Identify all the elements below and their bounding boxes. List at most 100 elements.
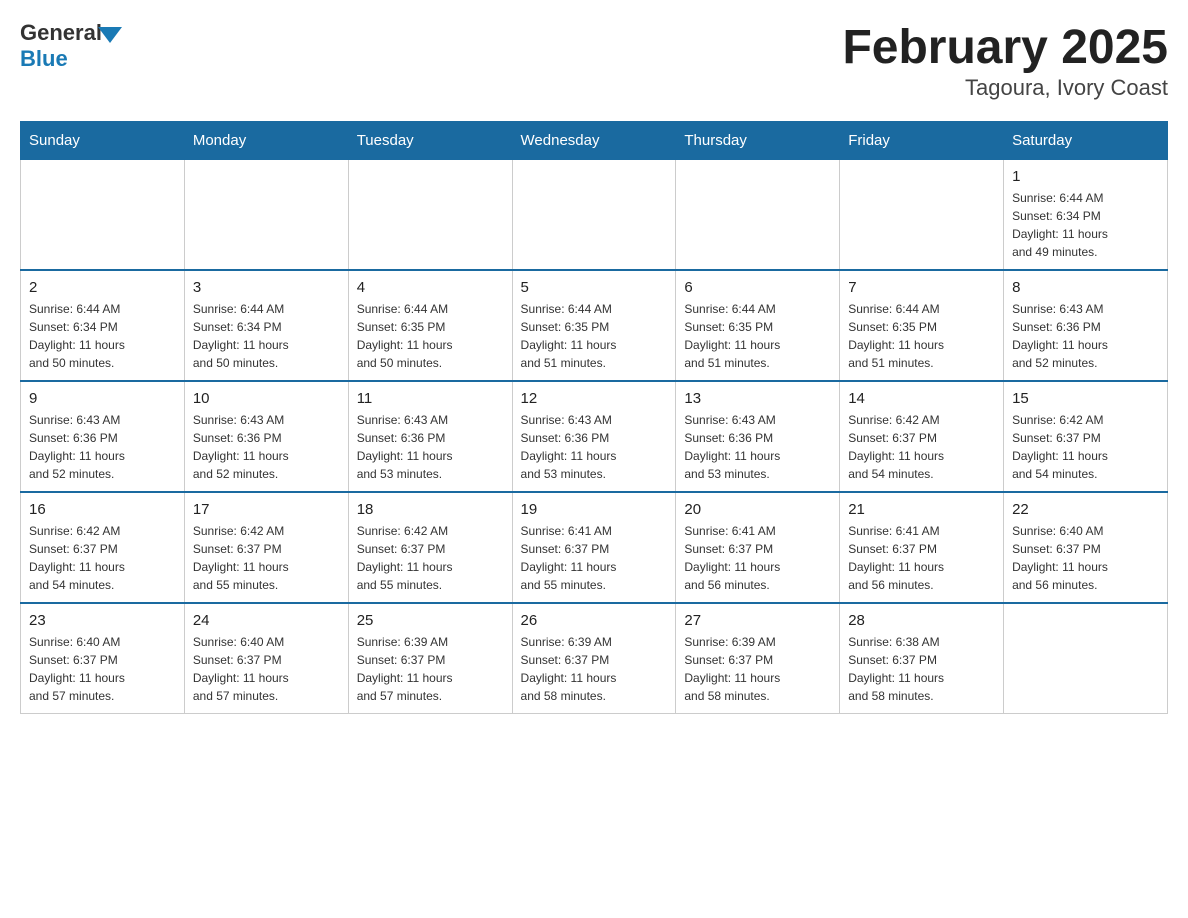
day-info: Sunrise: 6:42 AM Sunset: 6:37 PM Dayligh…: [193, 522, 340, 594]
day-number: 13: [684, 390, 831, 407]
calendar-header-wednesday: Wednesday: [512, 122, 676, 160]
day-number: 27: [684, 612, 831, 629]
calendar-cell: 10 Sunrise: 6:43 AM Sunset: 6:36 PM Dayli…: [184, 381, 348, 492]
day-info: Sunrise: 6:40 AM Sunset: 6:37 PM Dayligh…: [193, 633, 340, 705]
day-info: Sunrise: 6:44 AM Sunset: 6:35 PM Dayligh…: [684, 300, 831, 372]
calendar-cell: 26 Sunrise: 6:39 AM Sunset: 6:37 PM Dayli…: [512, 603, 676, 714]
calendar-cell: [512, 160, 676, 271]
day-info: Sunrise: 6:39 AM Sunset: 6:37 PM Dayligh…: [521, 633, 668, 705]
calendar-cell: 11 Sunrise: 6:43 AM Sunset: 6:36 PM Dayli…: [348, 381, 512, 492]
day-number: 6: [684, 279, 831, 296]
title-area: February 2025 Tagoura, Ivory Coast: [842, 20, 1168, 101]
calendar-week-row: 1Sunrise: 6:44 AM Sunset: 6:34 PM Daylig…: [21, 160, 1168, 271]
day-info: Sunrise: 6:43 AM Sunset: 6:36 PM Dayligh…: [357, 411, 504, 483]
calendar-cell: 7 Sunrise: 6:44 AM Sunset: 6:35 PM Daylig…: [840, 270, 1004, 381]
calendar-cell: [1004, 603, 1168, 714]
calendar-cell: [184, 160, 348, 271]
day-number: 8: [1012, 279, 1159, 296]
day-number: 1: [1012, 168, 1159, 185]
day-number: 21: [848, 501, 995, 518]
day-number: 17: [193, 501, 340, 518]
day-number: 14: [848, 390, 995, 407]
calendar-cell: 21Sunrise: 6:41 AM Sunset: 6:37 PM Dayli…: [840, 492, 1004, 603]
day-number: 25: [357, 612, 504, 629]
day-info: Sunrise: 6:44 AM Sunset: 6:35 PM Dayligh…: [848, 300, 995, 372]
day-number: 24: [193, 612, 340, 629]
calendar-cell: 23 Sunrise: 6:40 AM Sunset: 6:37 PM Dayli…: [21, 603, 185, 714]
page-header: General Blue February 2025 Tagoura, Ivor…: [20, 20, 1168, 101]
calendar-cell: 27 Sunrise: 6:39 AM Sunset: 6:37 PM Dayli…: [676, 603, 840, 714]
calendar-cell: 16 Sunrise: 6:42 AM Sunset: 6:37 PM Dayli…: [21, 492, 185, 603]
day-info: Sunrise: 6:42 AM Sunset: 6:37 PM Dayligh…: [357, 522, 504, 594]
day-number: 19: [521, 501, 668, 518]
calendar-cell: 1Sunrise: 6:44 AM Sunset: 6:34 PM Daylig…: [1004, 160, 1168, 271]
day-number: 3: [193, 279, 340, 296]
day-number: 2: [29, 279, 176, 296]
calendar-cell: [348, 160, 512, 271]
day-number: 12: [521, 390, 668, 407]
calendar-week-row: 2 Sunrise: 6:44 AM Sunset: 6:34 PM Daylig…: [21, 270, 1168, 381]
calendar-header-friday: Friday: [840, 122, 1004, 160]
day-number: 11: [357, 390, 504, 407]
day-number: 23: [29, 612, 176, 629]
day-info: Sunrise: 6:43 AM Sunset: 6:36 PM Dayligh…: [1012, 300, 1159, 372]
day-info: Sunrise: 6:43 AM Sunset: 6:36 PM Dayligh…: [193, 411, 340, 483]
day-info: Sunrise: 6:39 AM Sunset: 6:37 PM Dayligh…: [684, 633, 831, 705]
calendar-cell: 15 Sunrise: 6:42 AM Sunset: 6:37 PM Dayli…: [1004, 381, 1168, 492]
calendar-subtitle: Tagoura, Ivory Coast: [842, 75, 1168, 101]
day-info: Sunrise: 6:43 AM Sunset: 6:36 PM Dayligh…: [684, 411, 831, 483]
calendar-cell: 13 Sunrise: 6:43 AM Sunset: 6:36 PM Dayli…: [676, 381, 840, 492]
day-info: Sunrise: 6:40 AM Sunset: 6:37 PM Dayligh…: [1012, 522, 1159, 594]
calendar-header-tuesday: Tuesday: [348, 122, 512, 160]
calendar-cell: 3 Sunrise: 6:44 AM Sunset: 6:34 PM Daylig…: [184, 270, 348, 381]
calendar-cell: 22 Sunrise: 6:40 AM Sunset: 6:37 PM Dayli…: [1004, 492, 1168, 603]
day-info: Sunrise: 6:43 AM Sunset: 6:36 PM Dayligh…: [29, 411, 176, 483]
day-info: Sunrise: 6:40 AM Sunset: 6:37 PM Dayligh…: [29, 633, 176, 705]
day-info: Sunrise: 6:44 AM Sunset: 6:34 PM Dayligh…: [29, 300, 176, 372]
calendar-cell: 19 Sunrise: 6:41 AM Sunset: 6:37 PM Dayli…: [512, 492, 676, 603]
logo-general: General: [20, 20, 102, 46]
calendar-cell: 24 Sunrise: 6:40 AM Sunset: 6:37 PM Dayli…: [184, 603, 348, 714]
day-info: Sunrise: 6:41 AM Sunset: 6:37 PM Dayligh…: [684, 522, 831, 594]
calendar-header-monday: Monday: [184, 122, 348, 160]
logo-blue: Blue: [20, 46, 68, 72]
day-number: 16: [29, 501, 176, 518]
calendar-week-row: 23 Sunrise: 6:40 AM Sunset: 6:37 PM Dayli…: [21, 603, 1168, 714]
day-info: Sunrise: 6:44 AM Sunset: 6:35 PM Dayligh…: [357, 300, 504, 372]
day-number: 5: [521, 279, 668, 296]
logo: General Blue: [20, 20, 122, 72]
day-number: 15: [1012, 390, 1159, 407]
day-info: Sunrise: 6:44 AM Sunset: 6:34 PM Dayligh…: [193, 300, 340, 372]
day-number: 4: [357, 279, 504, 296]
calendar-cell: 5Sunrise: 6:44 AM Sunset: 6:35 PM Daylig…: [512, 270, 676, 381]
calendar-title: February 2025: [842, 20, 1168, 75]
day-number: 18: [357, 501, 504, 518]
day-info: Sunrise: 6:38 AM Sunset: 6:37 PM Dayligh…: [848, 633, 995, 705]
calendar-week-row: 16 Sunrise: 6:42 AM Sunset: 6:37 PM Dayli…: [21, 492, 1168, 603]
logo-arrow-icon: [98, 27, 122, 43]
day-number: 28: [848, 612, 995, 629]
day-number: 22: [1012, 501, 1159, 518]
calendar-cell: 28 Sunrise: 6:38 AM Sunset: 6:37 PM Dayli…: [840, 603, 1004, 714]
day-info: Sunrise: 6:43 AM Sunset: 6:36 PM Dayligh…: [521, 411, 668, 483]
day-number: 10: [193, 390, 340, 407]
day-info: Sunrise: 6:42 AM Sunset: 6:37 PM Dayligh…: [1012, 411, 1159, 483]
day-number: 20: [684, 501, 831, 518]
day-number: 9: [29, 390, 176, 407]
day-number: 26: [521, 612, 668, 629]
calendar-cell: 25 Sunrise: 6:39 AM Sunset: 6:37 PM Dayli…: [348, 603, 512, 714]
day-number: 7: [848, 279, 995, 296]
calendar-cell: 17 Sunrise: 6:42 AM Sunset: 6:37 PM Dayli…: [184, 492, 348, 603]
calendar-cell: [21, 160, 185, 271]
calendar-header-sunday: Sunday: [21, 122, 185, 160]
calendar-cell: 6 Sunrise: 6:44 AM Sunset: 6:35 PM Daylig…: [676, 270, 840, 381]
calendar-cell: 9 Sunrise: 6:43 AM Sunset: 6:36 PM Daylig…: [21, 381, 185, 492]
day-info: Sunrise: 6:41 AM Sunset: 6:37 PM Dayligh…: [521, 522, 668, 594]
day-info: Sunrise: 6:39 AM Sunset: 6:37 PM Dayligh…: [357, 633, 504, 705]
calendar-header-row: SundayMondayTuesdayWednesdayThursdayFrid…: [21, 122, 1168, 160]
calendar-cell: 12 Sunrise: 6:43 AM Sunset: 6:36 PM Dayli…: [512, 381, 676, 492]
calendar-cell: 20 Sunrise: 6:41 AM Sunset: 6:37 PM Dayli…: [676, 492, 840, 603]
calendar-cell: [676, 160, 840, 271]
calendar-header-saturday: Saturday: [1004, 122, 1168, 160]
day-info: Sunrise: 6:42 AM Sunset: 6:37 PM Dayligh…: [29, 522, 176, 594]
